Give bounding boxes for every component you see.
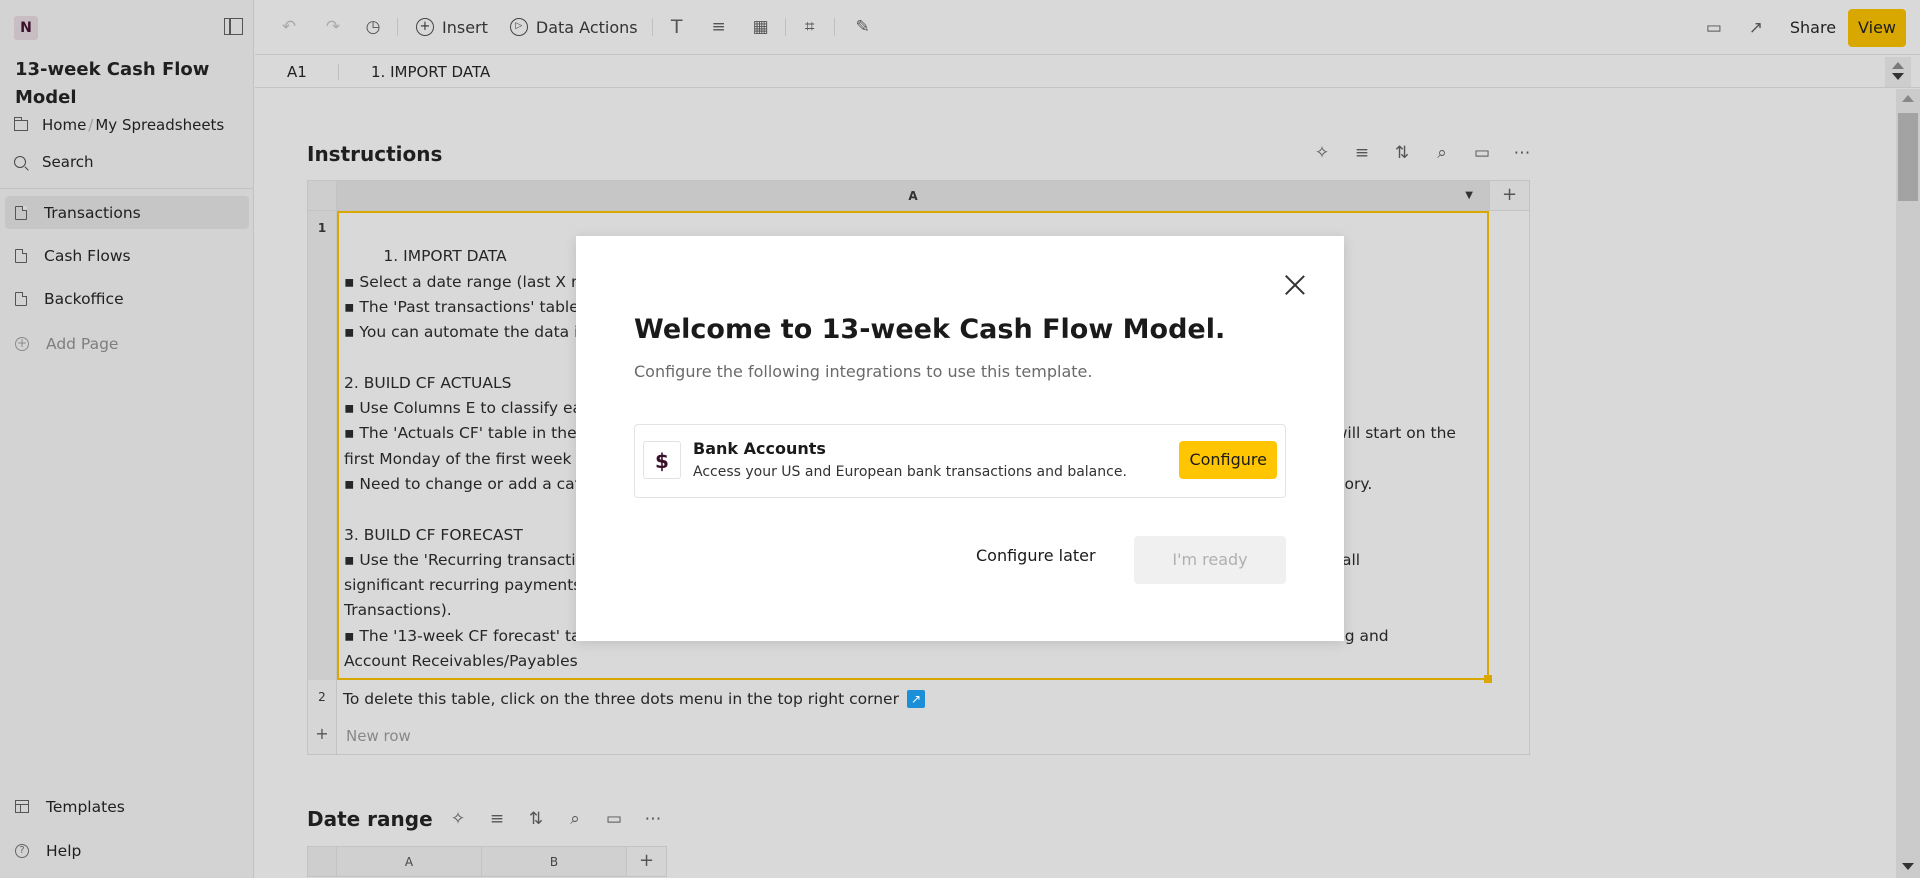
configure-button[interactable]: Configure (1179, 441, 1277, 479)
modal-title: Welcome to 13-week Cash Flow Model. (634, 314, 1226, 345)
close-icon[interactable] (1284, 274, 1306, 296)
integration-description: Access your US and European bank transac… (693, 464, 1127, 480)
dollar-icon: $ (643, 441, 681, 479)
welcome-modal: Welcome to 13-week Cash Flow Model. Conf… (576, 236, 1344, 641)
integration-name: Bank Accounts (693, 439, 826, 458)
modal-subtitle: Configure the following integrations to … (634, 362, 1093, 381)
configure-later-button[interactable]: Configure later (976, 546, 1096, 565)
integration-card-bank-accounts: $ Bank Accounts Access your US and Europ… (634, 424, 1286, 498)
im-ready-button[interactable]: I'm ready (1134, 536, 1286, 584)
